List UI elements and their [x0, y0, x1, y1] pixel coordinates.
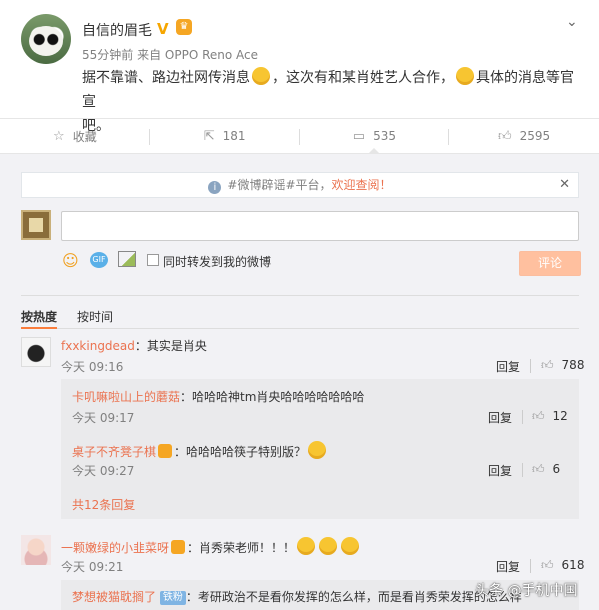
- reply-time: 今天 09:27: [72, 464, 135, 478]
- comment-like-button[interactable]: 👍︎ 788: [541, 358, 584, 373]
- member-badge-icon: [158, 444, 173, 458]
- like-button[interactable]: 👍︎ 2595: [449, 119, 599, 153]
- reply-text: ：哈哈哈哈筷子特别版？: [174, 445, 307, 459]
- reply-like-button[interactable]: 👍︎ 12: [532, 409, 568, 424]
- smile-emoji-icon: [456, 67, 474, 85]
- verified-v-icon[interactable]: V: [157, 20, 169, 38]
- reply-like-count: 12: [552, 409, 568, 423]
- notice-link[interactable]: 欢迎查阅！: [332, 178, 392, 192]
- submit-comment-button[interactable]: 评论: [519, 251, 581, 276]
- thumb-up-icon: 👍︎: [541, 358, 554, 372]
- emoji-picker-icon[interactable]: ☺: [62, 251, 79, 270]
- repost-button[interactable]: ⇱ 181: [150, 119, 300, 153]
- member-badge-icon: [171, 540, 186, 554]
- reply-button[interactable]: 回复: [488, 409, 512, 426]
- post-text-2: ，这次有和某肖姓艺人合作，: [272, 70, 454, 86]
- reply-button[interactable]: 回复: [496, 558, 520, 575]
- scared-emoji-icon: [341, 537, 360, 555]
- sort-by-time-tab[interactable]: 按时间: [77, 308, 113, 325]
- comment-icon: ▭: [352, 128, 366, 144]
- view-more-replies-link[interactable]: 共12条回复: [72, 496, 135, 513]
- comment-count: 535: [373, 129, 396, 143]
- reply-button[interactable]: 回复: [496, 358, 520, 375]
- author-avatar[interactable]: [21, 14, 71, 64]
- scared-emoji-icon: [319, 537, 338, 555]
- comment-like-button[interactable]: 👍︎ 618: [541, 558, 584, 573]
- repost-count: 181: [222, 129, 246, 143]
- thumb-up-icon: 👍︎: [532, 462, 545, 476]
- divider: [530, 359, 531, 373]
- avatar[interactable]: [21, 337, 51, 367]
- comment-text: ：肖秀荣老师！！！: [187, 541, 296, 555]
- favorite-label: 收藏: [72, 129, 97, 144]
- repost-checkbox[interactable]: [147, 254, 159, 266]
- comment-sort-bar: 按热度 按时间: [21, 295, 579, 329]
- scared-emoji-icon: [297, 537, 316, 555]
- comment-text: ：其实是肖央: [134, 339, 207, 353]
- reply-content: 梦想被猫耽搁了 铁粉 ：考研政治不是看你发挥的怎么样，而是看肖秀荣发挥的怎么样: [72, 588, 522, 605]
- gif-icon[interactable]: GIF: [90, 252, 108, 268]
- comment-username[interactable]: fxxkingdead: [61, 339, 135, 353]
- reply-username[interactable]: 卡叽嘛啦山上的蘑菇: [72, 390, 180, 404]
- repost-checkbox-label[interactable]: 同时转发到我的微博: [163, 253, 271, 270]
- post-text-1: 据不靠谱、路边社网传消息: [82, 70, 250, 86]
- comment-content: fxxkingdead：其实是肖央: [61, 337, 207, 354]
- info-icon: i: [208, 181, 222, 194]
- comment-username[interactable]: 一颗嫩绿的小韭菜呀: [61, 541, 169, 555]
- reply-content: 卡叽嘛啦山上的蘑菇：哈哈哈神tm肖央哈哈哈哈哈哈哈: [72, 388, 364, 405]
- member-crown-icon[interactable]: ♛: [176, 19, 192, 35]
- reply-username[interactable]: 桌子不齐凳子棋: [72, 445, 156, 459]
- comment-like-count: 618: [561, 558, 585, 572]
- share-icon: ⇱: [203, 128, 215, 144]
- divider: [530, 559, 531, 573]
- comment-like-count: 788: [561, 358, 585, 372]
- comment-section: i #微博辟谣#平台，欢迎查阅！ ✕ ☺ GIF 同时转发到我的微博 评论 按热度…: [0, 154, 599, 610]
- comment-time: 今天 09:21: [61, 560, 124, 574]
- weibo-post: 自信的眉毛 V ♛ ⌄ 55分钟前 来自 OPPO Reno Ace 据不靠谱、…: [0, 0, 599, 134]
- thumb-up-icon: 👍︎: [541, 558, 554, 572]
- smirk-emoji-icon: [252, 67, 270, 85]
- reply-button[interactable]: 回复: [488, 462, 512, 479]
- watermark: 头条 @手机中国: [475, 583, 578, 599]
- thumb-up-icon: 👍︎: [532, 409, 545, 423]
- avatar[interactable]: [21, 535, 51, 565]
- star-icon: ☆: [53, 128, 65, 144]
- post-meta: 55分钟前 来自 OPPO Reno Ace: [82, 48, 258, 62]
- comment-content: 一颗嫩绿的小韭菜呀 ：肖秀荣老师！！！: [61, 537, 361, 556]
- comment-time: 今天 09:16: [61, 360, 124, 374]
- divider: [522, 463, 523, 477]
- chevron-down-icon[interactable]: ⌄: [566, 14, 578, 30]
- divider: [522, 410, 523, 424]
- post-action-bar: ☆ 收藏 ⇱ 181 ▭ 535 👍︎ 2595: [0, 118, 599, 154]
- my-avatar[interactable]: [21, 210, 51, 240]
- close-icon[interactable]: ✕: [559, 173, 570, 197]
- rumor-notice-bar: i #微博辟谣#平台，欢迎查阅！ ✕: [21, 172, 579, 198]
- reply-text: ：考研政治不是看你发挥的怎么样，而是看肖秀荣发挥的怎么样: [185, 590, 522, 604]
- comment-input[interactable]: [61, 211, 579, 241]
- reply-like-button[interactable]: 👍︎ 6: [532, 462, 560, 477]
- reply-text: ：哈哈哈神tm肖央哈哈哈哈哈哈哈: [180, 390, 365, 404]
- favorite-button[interactable]: ☆ 收藏: [0, 119, 150, 153]
- reply-content: 桌子不齐凳子棋 ：哈哈哈哈筷子特别版？: [72, 441, 328, 460]
- reply-like-count: 6: [552, 462, 561, 476]
- sort-by-hot-tab[interactable]: 按热度: [21, 308, 57, 325]
- thumb-up-icon: 👍︎: [498, 128, 512, 144]
- author-name[interactable]: 自信的眉毛: [82, 20, 152, 40]
- like-count: 2595: [519, 129, 551, 143]
- reply-thread: 卡叽嘛啦山上的蘑菇：哈哈哈神tm肖央哈哈哈哈哈哈哈 今天 09:17 回复 👍︎…: [61, 379, 579, 519]
- doge-emoji-icon: [308, 441, 327, 459]
- image-upload-icon[interactable]: [118, 251, 136, 267]
- reply-username[interactable]: 梦想被猫耽搁了: [72, 590, 156, 604]
- active-tab-indicator: [21, 327, 57, 329]
- reply-time: 今天 09:17: [72, 411, 135, 425]
- comment-button[interactable]: ▭ 535: [300, 119, 450, 154]
- notice-tag[interactable]: #微博辟谣#平台，: [227, 178, 331, 192]
- fan-badge: 铁粉: [159, 591, 186, 605]
